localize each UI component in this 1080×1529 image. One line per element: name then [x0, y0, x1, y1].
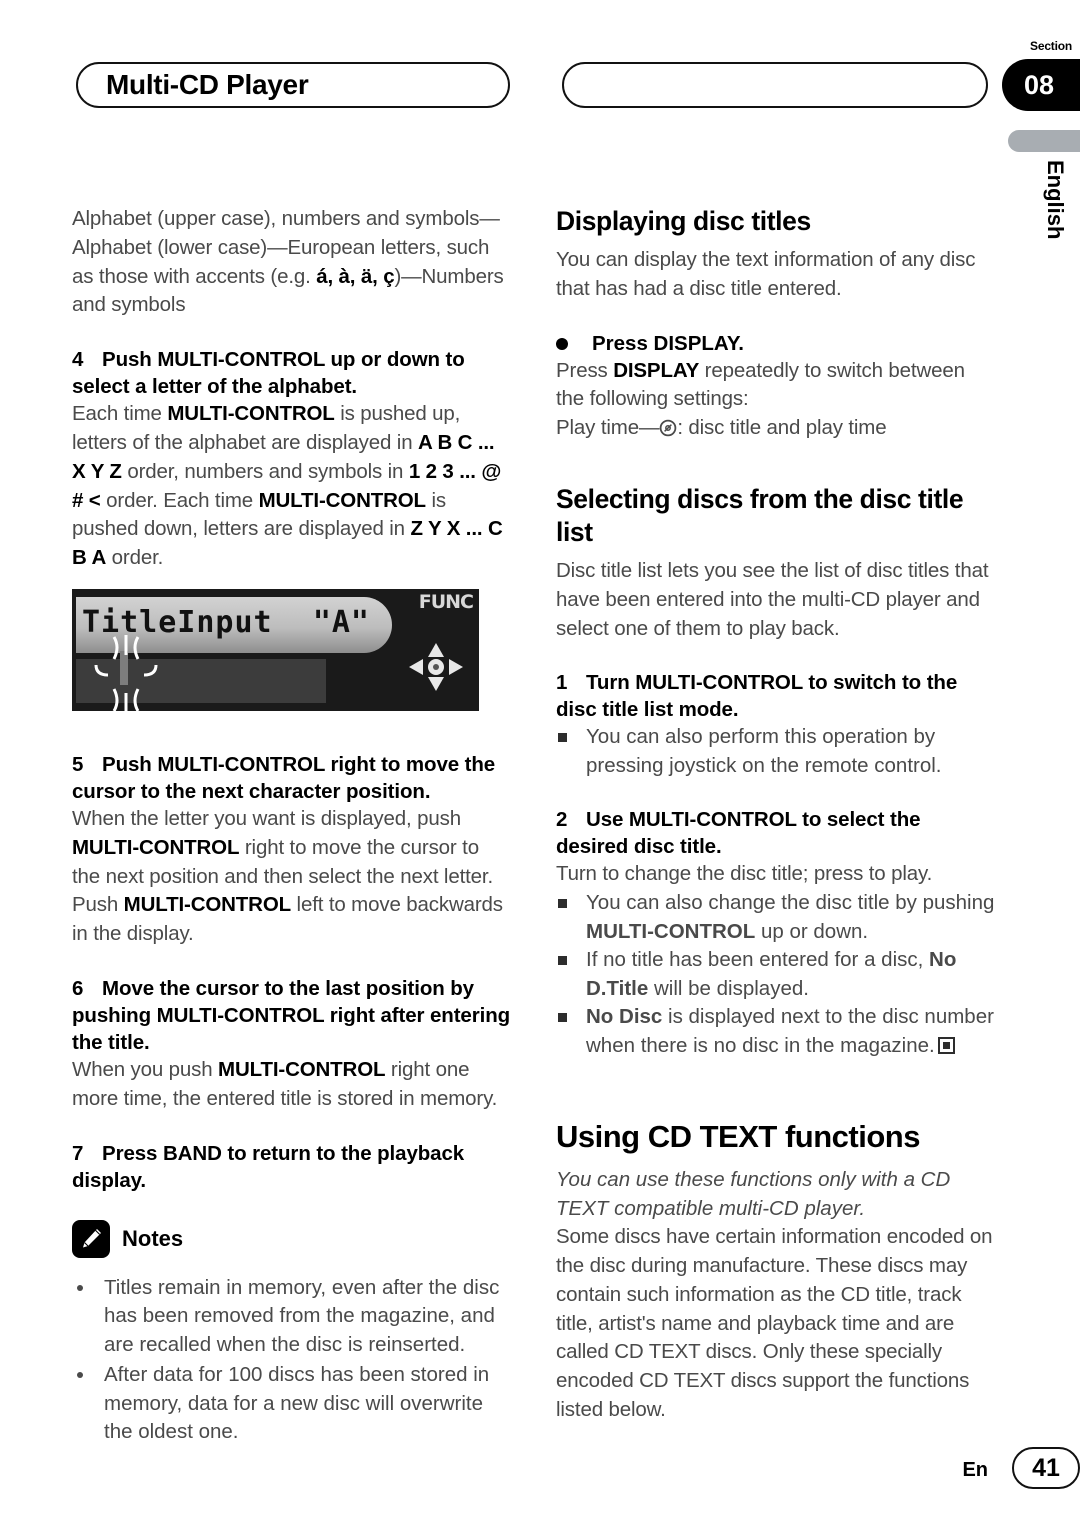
note-item-1-text: Titles remain in memory, even after the … [104, 1275, 500, 1356]
step-6-title: 6 Move the cursor to the last position by… [72, 975, 512, 1056]
settings-pre: Play time— [556, 416, 660, 440]
s4b1: MULTI-CONTROL [167, 402, 335, 426]
note-item-2-text: After data for 100 discs has been stored… [104, 1363, 490, 1444]
dt1: Press [556, 358, 614, 382]
step-4-title: 4 Push MULTI-CONTROL up or down to select… [72, 346, 512, 400]
displaying-body: Press DISPLAY repeatedly to switch betwe… [556, 357, 996, 415]
rstep-1-title: 1 Turn MULTI-CONTROL to switch to the dis… [556, 669, 996, 723]
step-7-title: 7 Press BAND to return to the playback di… [72, 1140, 512, 1194]
bullet-dot-icon [77, 1284, 83, 1291]
n1t2: up or down. [755, 919, 869, 943]
intro-paragraph: Alphabet (upper case), numbers and symbo… [72, 205, 512, 320]
pencil-icon [72, 1219, 110, 1258]
n2t2: will be displayed. [648, 976, 809, 1000]
s4t3: order, numbers and symbols in [121, 459, 409, 483]
s5b1: MULTI-CONTROL [72, 835, 240, 859]
heading-displaying-disc-titles: Displaying disc titles [556, 206, 811, 236]
press-display-action: Press DISPLAY. [556, 330, 996, 357]
bullet-square-icon [558, 899, 567, 909]
step-5-number: 5 [72, 752, 84, 776]
notes-label: Notes [122, 1225, 184, 1251]
press-display-action-text: Press DISPLAY. [592, 331, 744, 355]
page-footer: En 41 [0, 1447, 1080, 1491]
rstep-2-note-1: You can also change the disc title by pu… [556, 889, 996, 946]
rstep-2-body: Turn to change the disc title; press to … [556, 862, 933, 886]
rstep-2-note-2: If no title has been entered for a disc,… [556, 946, 996, 1003]
db1: DISPLAY [613, 358, 700, 382]
rstep-1-note-text: You can also perform this operation by p… [586, 725, 942, 777]
displaying-intro: You can display the text information of … [556, 248, 976, 300]
bullet-square-icon [558, 1013, 567, 1023]
n1t1: You can also change the disc title by pu… [586, 891, 995, 915]
s6t1: When you push [72, 1057, 219, 1081]
intro-accents: á, à, ä, ç [316, 264, 395, 288]
rstep-2-title-text: Use MULTI-CONTROL to select the desired … [556, 808, 921, 859]
settings-post: : disc title and play time [677, 416, 887, 440]
figure-func-label: FUNC [418, 590, 474, 613]
bullet-dot-icon [77, 1372, 83, 1379]
rstep-1-title-text: Turn MULTI-CONTROL to switch to the disc… [556, 671, 958, 722]
s4t6: order. [106, 546, 164, 570]
step-5-title-text: Push MULTI-CONTROL right to move the cur… [72, 752, 496, 803]
step-6-number: 6 [72, 976, 84, 1000]
rstep-1-note: You can also perform this operation by p… [556, 723, 996, 780]
chapter-title-pill: Multi-CD Player [76, 62, 510, 108]
s4t1: Each time [72, 402, 168, 426]
note-item-1: Titles remain in memory, even after the … [72, 1274, 512, 1360]
n3b1: No Disc [586, 1005, 663, 1029]
step-4-title-text: Push MULTI-CONTROL up or down to select … [72, 348, 465, 399]
cdtext-body: Some discs have certain information enco… [556, 1225, 993, 1421]
cdtext-italic-note: You can use these functions only with a … [556, 1168, 951, 1220]
figure-flash-marks [94, 634, 158, 711]
rstep-2-number: 2 [556, 808, 568, 832]
note-item-2: After data for 100 discs has been stored… [72, 1361, 512, 1447]
bullet-circle-icon [556, 337, 568, 350]
figure-display-value: "A" [312, 604, 370, 640]
s5b2: MULTI-CONTROL [123, 893, 291, 917]
page-header: Multi-CD Player [0, 62, 1080, 120]
footer-language: En [962, 1459, 988, 1481]
step-7-number: 7 [72, 1141, 84, 1165]
heading-selecting-discs: Selecting discs from the disc title list [556, 483, 964, 547]
selecting-intro: Disc title list lets you see the list of… [556, 558, 989, 640]
heading-using-cd-text: Using CD TEXT functions [556, 1119, 920, 1155]
right-column: Displaying disc titles You can display t… [556, 205, 996, 1425]
rstep-2-note-3: No Disc is displayed next to the disc nu… [556, 1003, 996, 1060]
step-4-body: Each time MULTI-CONTROL is pushed up, le… [72, 400, 512, 573]
language-tab-label: English [1043, 160, 1068, 240]
step-7-title-text: Press BAND to return to the playback dis… [72, 1141, 465, 1192]
figure-dpad-icon [409, 642, 463, 691]
end-of-section-icon [937, 1036, 955, 1054]
n2t1: If no title has been entered for a disc, [586, 948, 930, 972]
rstep-2-title: 2 Use MULTI-CONTROL to select the desired… [556, 806, 996, 860]
left-column: Alphabet (upper case), numbers and symbo… [72, 205, 512, 1449]
page-number: 41 [1012, 1447, 1080, 1489]
page-title: Multi-CD Player [106, 69, 309, 100]
notes-heading: Notes [72, 1219, 512, 1258]
header-empty-pill [562, 62, 988, 108]
rstep-1-number: 1 [556, 671, 568, 695]
s6b1: MULTI-CONTROL [218, 1057, 386, 1081]
language-tab-bar [1008, 130, 1080, 152]
step-5-body: When the letter you want is displayed, p… [72, 805, 512, 949]
disc-icon [659, 417, 677, 437]
step-6-title-text: Move the cursor to the last position by … [72, 976, 511, 1054]
section-label: Section [1030, 39, 1072, 53]
s4t4: order. Each time [100, 488, 259, 512]
section-number-badge: 08 [1002, 59, 1080, 111]
displaying-settings-line: Play time— : disc title and play time [556, 414, 996, 443]
s5t1: When the letter you want is displayed, p… [72, 806, 461, 830]
stereo-display-figure: TitleInput "A" FUNC [72, 588, 479, 711]
s4b4: MULTI-CONTROL [258, 488, 426, 512]
n1b1: MULTI-CONTROL [586, 919, 756, 943]
step-5-title: 5 Push MULTI-CONTROL right to move the cu… [72, 751, 512, 805]
step-4-number: 4 [72, 348, 84, 372]
bullet-square-icon [558, 956, 567, 966]
bullet-square-icon [558, 733, 567, 743]
step-6-body: When you push MULTI-CONTROL right one mo… [72, 1056, 512, 1114]
